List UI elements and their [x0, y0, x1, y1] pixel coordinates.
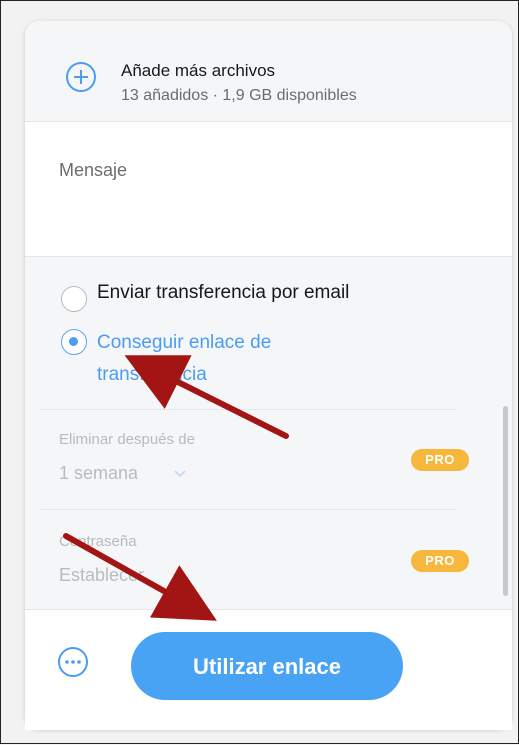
option-email-label[interactable]: Enviar transferencia por email: [97, 282, 349, 304]
divider: [41, 409, 457, 410]
footer: Utilizar enlace: [25, 609, 512, 730]
message-field[interactable]: Mensaje: [25, 122, 512, 257]
pro-badge-delete: PRO: [411, 449, 469, 471]
more-options-icon[interactable]: [57, 646, 89, 678]
use-link-button[interactable]: Utilizar enlace: [131, 632, 403, 700]
add-files-title[interactable]: Añade más archivos: [121, 61, 275, 81]
divider: [41, 509, 457, 510]
option-link-label[interactable]: Conseguir enlace de transferencia: [97, 327, 357, 391]
chevron-down-icon[interactable]: [173, 469, 187, 479]
add-files-section[interactable]: Añade más archivos 13 añadidos · 1,9 GB …: [25, 21, 512, 122]
files-summary: 13 añadidos · 1,9 GB disponibles: [121, 87, 357, 104]
radio-email[interactable]: [61, 286, 87, 312]
delete-after-label: Eliminar después de: [59, 431, 195, 448]
plus-circle-icon[interactable]: [65, 61, 97, 93]
window-frame: Añade más archivos 13 añadidos · 1,9 GB …: [0, 0, 519, 744]
delete-after-value[interactable]: 1 semana: [59, 463, 138, 484]
password-value[interactable]: Establecer: [59, 565, 144, 586]
message-placeholder: Mensaje: [59, 160, 128, 180]
password-label: Contraseña: [59, 533, 137, 550]
pro-badge-password: PRO: [411, 550, 469, 572]
scrollbar[interactable]: [503, 406, 508, 596]
radio-link[interactable]: [61, 329, 87, 355]
